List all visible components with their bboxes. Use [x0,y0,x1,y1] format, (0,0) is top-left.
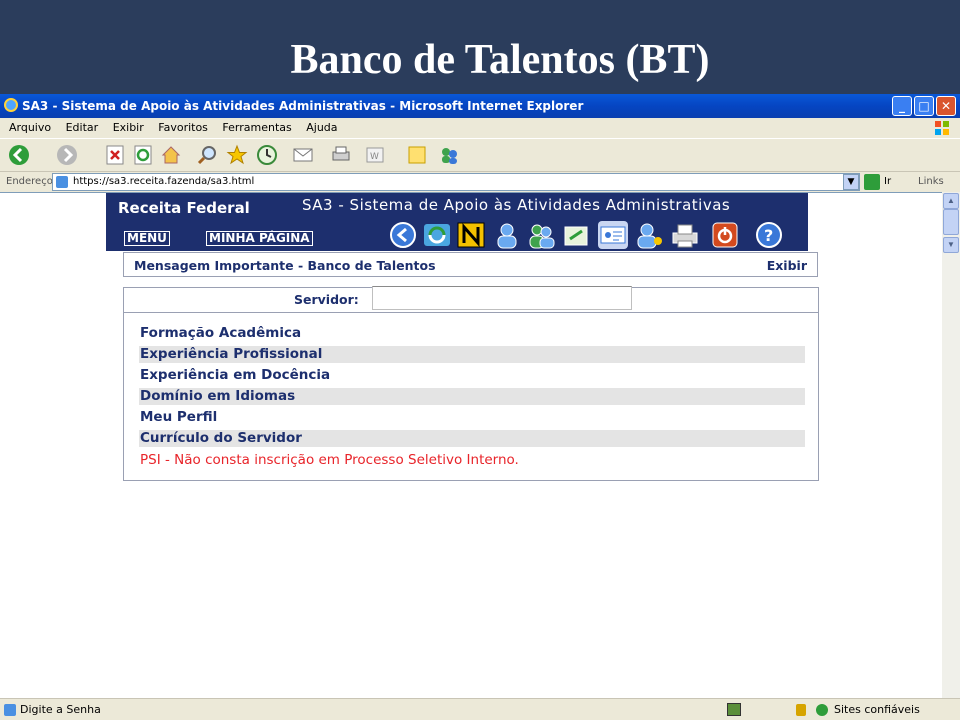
favorites-icon[interactable] [226,144,248,166]
slide-title: Banco de Talentos (BT) [290,37,710,83]
exibir-link[interactable]: Exibir [767,258,807,273]
item-meu-perfil[interactable]: Meu Perfil [139,409,805,426]
page-content: Receita Federal SA3 - Sistema de Apoio à… [0,192,942,698]
lock-icon[interactable] [796,704,806,716]
item-experiencia-docencia[interactable]: Experiência em Docência [139,367,805,384]
print-icon[interactable] [330,144,352,166]
discuss-icon[interactable] [406,144,428,166]
user-star-icon[interactable] [634,221,664,249]
item-experiencia-profissional[interactable]: Experiência Profissional [139,346,805,363]
go-button[interactable]: Ir [884,172,891,192]
vertical-scrollbar[interactable]: ▲ ▼ [942,192,960,698]
toolbar: W [0,138,960,172]
trusted-check-icon [816,704,828,716]
help-icon[interactable]: ? [754,221,784,249]
my-page-link[interactable]: MINHA PÁGINA [206,231,313,246]
svg-text:?: ? [764,226,773,245]
browser-window: SA3 - Sistema de Apoio às Atividades Adm… [0,94,960,720]
panel-divider [124,312,818,313]
psi-notice: PSI - Não consta inscrição em Processo S… [140,452,519,468]
back-icon[interactable] [8,144,30,166]
menu-editar[interactable]: Editar [66,121,99,134]
window-title: SA3 - Sistema de Apoio às Atividades Adm… [22,99,584,113]
refresh-icon[interactable] [132,144,154,166]
address-bar: Endereço https://sa3.receita.fazenda/sa3… [0,172,960,192]
brand-name: Receita Federal [118,199,250,217]
talent-panel: Servidor: Formação Acadêmica Experiência… [123,286,819,481]
scroll-thumb[interactable] [943,209,959,235]
printer-icon[interactable] [670,221,700,249]
user-icon[interactable] [492,221,522,249]
security-zone[interactable]: Sites confiáveis [834,699,920,720]
maximize-button[interactable]: □ [914,96,934,116]
title-bar[interactable]: SA3 - Sistema de Apoio às Atividades Adm… [0,94,960,118]
edit-word-icon[interactable]: W [364,144,386,166]
item-curriculo-servidor[interactable]: Currículo do Servidor [139,430,805,447]
history-icon[interactable] [256,144,278,166]
power-icon[interactable] [710,221,740,249]
system-title: SA3 - Sistema de Apoio às Atividades Adm… [302,196,731,214]
sync-icon[interactable] [422,221,452,249]
servidor-label: Servidor: [294,292,359,307]
menu-favoritos[interactable]: Favoritos [158,121,208,134]
forward-icon[interactable] [56,144,78,166]
address-url: https://sa3.receita.fazenda/sa3.html [73,176,255,187]
news-icon[interactable] [456,221,486,249]
back-arrow-icon[interactable] [388,221,418,249]
messenger-icon[interactable] [438,144,460,166]
menu-link[interactable]: MENU [124,231,170,246]
menu-arquivo[interactable]: Arquivo [9,121,51,134]
address-dropdown-icon[interactable]: ▼ [843,174,859,190]
stop-icon[interactable] [104,144,126,166]
id-card-icon[interactable] [598,221,628,249]
scroll-down-icon[interactable]: ▼ [943,237,959,253]
network-icon [727,703,741,716]
users-group-icon[interactable] [526,221,556,249]
close-button[interactable]: ✕ [936,96,956,116]
mail-icon[interactable] [292,144,314,166]
minimize-button[interactable]: _ [892,96,912,116]
menu-exibir[interactable]: Exibir [113,121,144,134]
address-label: Endereço [6,176,53,187]
message-bar: Mensagem Importante - Banco de Talentos … [123,252,818,277]
home-icon[interactable] [160,144,182,166]
status-bar: Digite a Senha Sites confiáveis [0,698,960,720]
search-icon[interactable] [196,144,218,166]
svg-text:W: W [370,152,379,162]
ie-icon [4,98,18,112]
address-input[interactable]: https://sa3.receita.fazenda/sa3.html [52,173,860,191]
item-dominio-idiomas[interactable]: Domínio em Idiomas [139,388,805,405]
windows-logo-icon [935,121,949,135]
links-button[interactable]: Links [918,172,944,192]
message-text: Mensagem Importante - Banco de Talentos [134,258,436,273]
menu-bar: Arquivo Editar Exibir Favoritos Ferramen… [0,118,960,138]
page-status-icon [4,704,16,716]
menu-ferramentas[interactable]: Ferramentas [222,121,291,134]
sa3-banner: Receita Federal SA3 - Sistema de Apoio à… [106,193,808,251]
transfer-icon[interactable] [562,221,592,249]
status-text: Digite a Senha [20,703,101,716]
menu-ajuda[interactable]: Ajuda [306,121,337,134]
page-icon [56,176,68,188]
item-formacao-academica[interactable]: Formação Acadêmica [139,325,805,342]
servidor-input[interactable] [372,286,632,310]
go-icon[interactable] [864,174,880,190]
scroll-up-icon[interactable]: ▲ [943,193,959,209]
